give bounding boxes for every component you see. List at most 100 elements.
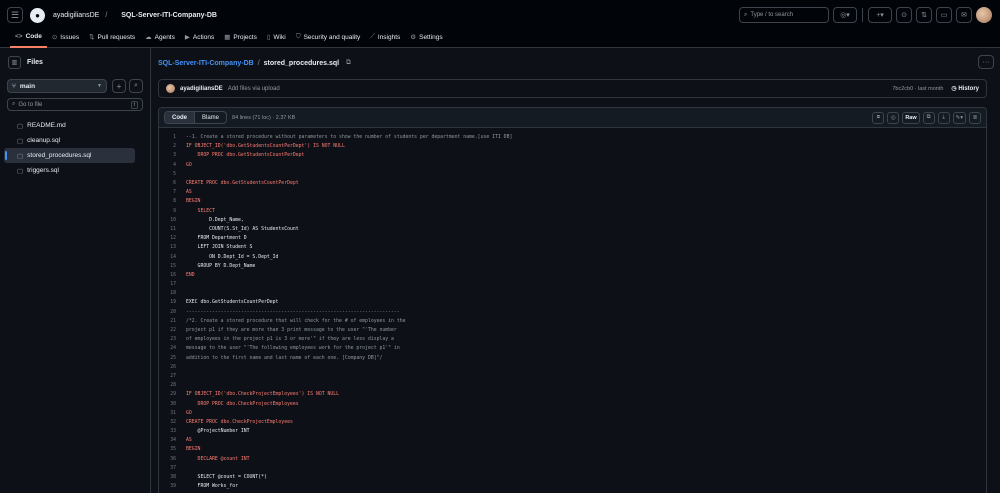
line-text: FROM Department D bbox=[186, 236, 247, 242]
line-number[interactable]: 24 bbox=[159, 346, 186, 351]
line-text: BEGIN bbox=[186, 447, 201, 453]
add-file-button[interactable]: + bbox=[112, 79, 126, 93]
menu-icon[interactable]: ☰ bbox=[7, 7, 23, 23]
line-number[interactable]: 18 bbox=[159, 291, 186, 296]
actions-icon: ▶ bbox=[184, 34, 190, 41]
download-button[interactable]: ⤓ bbox=[937, 111, 950, 124]
breadcrumb-repo-link[interactable]: SQL-Server-ITI-Company-DB bbox=[158, 60, 254, 67]
code-line: 26 bbox=[159, 363, 986, 372]
line-number[interactable]: 35 bbox=[159, 447, 186, 452]
tab-insights[interactable]: ⟋ Insights bbox=[365, 30, 405, 44]
line-number[interactable]: 14 bbox=[159, 255, 186, 260]
line-number[interactable]: 3 bbox=[159, 153, 186, 158]
edit-button[interactable]: ✎▾ bbox=[952, 111, 966, 124]
code-line: 33 @ProjectNumber INT bbox=[159, 427, 986, 436]
commit-hash-time[interactable]: 7bc2cb0 · last month bbox=[892, 86, 943, 92]
line-number[interactable]: 11 bbox=[159, 227, 186, 232]
avatar[interactable] bbox=[976, 7, 992, 23]
line-number[interactable]: 12 bbox=[159, 236, 186, 241]
more-options-button[interactable]: ··· bbox=[978, 55, 994, 69]
line-number[interactable]: 23 bbox=[159, 337, 186, 342]
blame-view-button[interactable]: Blame bbox=[195, 112, 226, 123]
copilot-button[interactable]: ◎▾ bbox=[833, 7, 857, 23]
line-number[interactable]: 6 bbox=[159, 181, 186, 186]
repositories-button[interactable]: ▭ bbox=[936, 7, 952, 23]
collapse-sidebar-button[interactable]: ▥ bbox=[8, 56, 21, 69]
line-number[interactable]: 15 bbox=[159, 264, 186, 269]
line-number[interactable]: 34 bbox=[159, 438, 186, 443]
tab-pull-requests[interactable]: ⇅ Pull requests bbox=[84, 30, 140, 44]
line-number[interactable]: 17 bbox=[159, 282, 186, 287]
search-files-button[interactable]: ⌕ bbox=[129, 79, 143, 93]
line-number[interactable]: 1 bbox=[159, 135, 186, 140]
line-number[interactable]: 4 bbox=[159, 163, 186, 168]
history-button[interactable]: ◷ History bbox=[951, 85, 979, 92]
line-number[interactable]: 19 bbox=[159, 300, 186, 305]
line-number[interactable]: 9 bbox=[159, 209, 186, 214]
line-number[interactable]: 33 bbox=[159, 429, 186, 434]
line-number[interactable]: 30 bbox=[159, 402, 186, 407]
line-number[interactable]: 28 bbox=[159, 383, 186, 388]
code-line: 7 AS bbox=[159, 188, 986, 197]
code-view-button[interactable]: Code bbox=[165, 112, 195, 123]
line-number[interactable]: 2 bbox=[159, 144, 186, 149]
line-number[interactable]: 10 bbox=[159, 218, 186, 223]
line-text: D.Dept_Name, bbox=[186, 217, 244, 223]
pull-requests-button[interactable]: ⇅ bbox=[916, 7, 932, 23]
tab-security[interactable]: ⛉ Security and quality bbox=[291, 30, 366, 44]
file-item-stored-procedures[interactable]: ▢ stored_procedures.sql bbox=[4, 148, 135, 163]
line-number[interactable]: 27 bbox=[159, 374, 186, 379]
line-number[interactable]: 16 bbox=[159, 273, 186, 278]
file-item-readme[interactable]: ▢ README.md bbox=[4, 118, 135, 133]
file-content-area: SQL-Server-ITI-Company-DB / stored_proce… bbox=[151, 48, 1000, 493]
copy-raw-button[interactable]: ⧉ bbox=[922, 111, 935, 124]
line-number[interactable]: 31 bbox=[159, 411, 186, 416]
file-item-cleanup[interactable]: ▢ cleanup.sql bbox=[4, 133, 135, 148]
line-number[interactable]: 7 bbox=[159, 190, 186, 195]
issues-button[interactable]: ⊙ bbox=[896, 7, 912, 23]
line-number[interactable]: 25 bbox=[159, 356, 186, 361]
avatar[interactable] bbox=[166, 84, 175, 93]
line-number[interactable]: 13 bbox=[159, 245, 186, 250]
line-number[interactable]: 20 bbox=[159, 310, 186, 315]
line-number[interactable]: 29 bbox=[159, 392, 186, 397]
owner-link[interactable]: ayadigiliansDE bbox=[53, 12, 99, 19]
inbox-button[interactable]: ✉ bbox=[956, 7, 972, 23]
github-logo-icon[interactable]: ● bbox=[30, 7, 45, 23]
tab-agents[interactable]: ☁ Agents bbox=[140, 30, 180, 44]
raw-button[interactable]: Raw bbox=[902, 111, 920, 124]
tab-projects[interactable]: ▦ Projects bbox=[219, 30, 262, 44]
search-input[interactable]: ⌕ Type / to search bbox=[739, 7, 829, 23]
copy-icon[interactable]: ⧉ bbox=[346, 59, 351, 67]
file-item-triggers[interactable]: ▢ triggers.sql bbox=[4, 163, 135, 178]
tab-wiki[interactable]: ▯ Wiki bbox=[262, 30, 291, 44]
codespace-button[interactable]: ⧈ bbox=[872, 111, 885, 124]
go-to-file-input[interactable]: ⌕ Go to file t bbox=[7, 98, 143, 111]
commit-author[interactable]: ayadigiliansDE bbox=[180, 86, 223, 92]
projects-icon: ▦ bbox=[224, 34, 231, 41]
symbols-button[interactable]: ≣ bbox=[969, 111, 981, 124]
tab-label: Code bbox=[25, 32, 42, 40]
line-number[interactable]: 22 bbox=[159, 328, 186, 333]
line-number[interactable]: 39 bbox=[159, 484, 186, 489]
tab-code[interactable]: <> Code bbox=[10, 30, 47, 48]
line-number[interactable]: 21 bbox=[159, 319, 186, 324]
line-number[interactable]: 36 bbox=[159, 457, 186, 462]
copilot-button[interactable]: ◎ bbox=[887, 111, 900, 124]
line-number[interactable]: 5 bbox=[159, 172, 186, 177]
tab-issues[interactable]: ⊙ Issues bbox=[47, 30, 84, 44]
line-number[interactable]: 37 bbox=[159, 466, 186, 471]
tab-actions[interactable]: ▶ Actions bbox=[180, 30, 219, 44]
line-number[interactable]: 38 bbox=[159, 475, 186, 480]
line-number[interactable]: 32 bbox=[159, 420, 186, 425]
branch-selector[interactable]: ⑂ main ▼ bbox=[7, 79, 107, 93]
issue-icon: ⊙ bbox=[901, 12, 907, 19]
line-number[interactable]: 8 bbox=[159, 199, 186, 204]
create-new-button[interactable]: +▾ bbox=[868, 7, 892, 23]
line-number[interactable]: 26 bbox=[159, 365, 186, 370]
tab-settings[interactable]: ⚙ Settings bbox=[405, 30, 447, 44]
commit-message[interactable]: Add files via upload bbox=[228, 86, 280, 92]
file-tree-sidebar: ▥ Files ⑂ main ▼ + ⌕ ⌕ Go to file t ▢ REA… bbox=[0, 48, 151, 493]
repo-link[interactable]: SQL-Server-ITI-Company-DB bbox=[121, 12, 217, 19]
files-header: ▥ Files bbox=[8, 56, 43, 69]
